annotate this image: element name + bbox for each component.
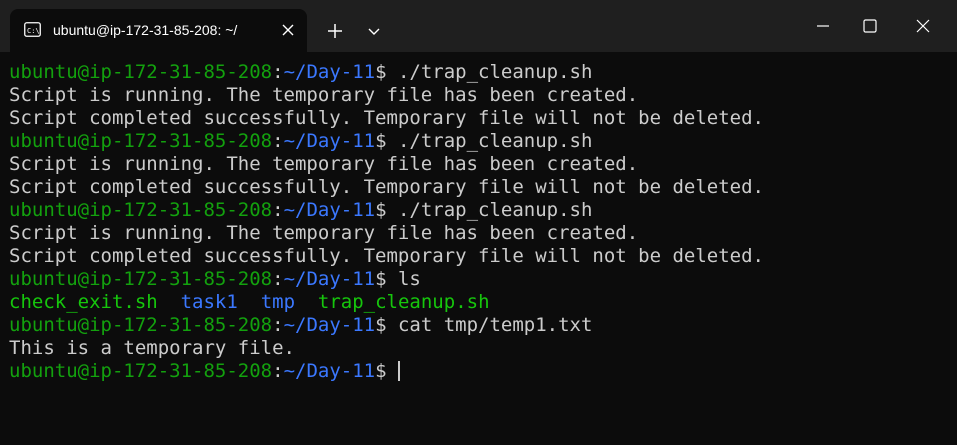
prompt-user: ubuntu@ip-172-31-85-208 (9, 199, 273, 221)
command-text: ./trap_cleanup.sh (386, 130, 593, 152)
prompt-separator: : (272, 61, 284, 83)
command-text (387, 360, 398, 382)
prompt-symbol: $ (375, 314, 387, 336)
minimize-icon (817, 25, 829, 27)
prompt-user: ubuntu@ip-172-31-85-208 (9, 314, 273, 336)
prompt-symbol: $ (375, 61, 387, 83)
command-text: ./trap_cleanup.sh (386, 199, 593, 221)
prompt-line: ubuntu@ip-172-31-85-208:~/Day-11$ ls (9, 268, 957, 291)
file-entry: tmp (260, 291, 296, 313)
maximize-button[interactable] (847, 0, 893, 52)
terminal-output[interactable]: ubuntu@ip-172-31-85-208:~/Day-11$ ./trap… (0, 52, 957, 445)
output-line: Script is running. The temporary file ha… (9, 222, 639, 244)
prompt-path: ~/Day-11 (283, 61, 376, 83)
prompt-symbol: $ (375, 130, 387, 152)
output-line: Script completed successfully. Temporary… (9, 107, 764, 129)
output-line: Script is running. The temporary file ha… (9, 153, 639, 175)
prompt-path: ~/Day-11 (283, 360, 376, 382)
output-line: Script completed successfully. Temporary… (9, 245, 764, 267)
listing-gap (238, 291, 261, 313)
tab-dropdown-button[interactable] (360, 14, 388, 48)
terminal-window: C:\ ubuntu@ip-172-31-85-208: ~/ ubuntu@i… (0, 0, 957, 445)
terminal-tab[interactable]: C:\ ubuntu@ip-172-31-85-208: ~/ (10, 9, 307, 52)
prompt-line: ubuntu@ip-172-31-85-208:~/Day-11$ ./trap… (9, 61, 957, 84)
plus-icon (328, 24, 342, 38)
new-tab-button[interactable] (318, 14, 352, 48)
prompt-path: ~/Day-11 (283, 130, 376, 152)
prompt-symbol: $ (375, 268, 387, 290)
file-entry: trap_cleanup.sh (317, 291, 490, 313)
text-cursor (397, 361, 400, 381)
command-text: cat tmp/temp1.txt (386, 314, 593, 336)
prompt-user: ubuntu@ip-172-31-85-208 (9, 360, 273, 382)
file-entry: check_exit.sh (9, 291, 158, 313)
tab-title: ubuntu@ip-172-31-85-208: ~/ (53, 22, 238, 38)
close-window-button[interactable] (900, 0, 946, 52)
output-line: Script completed successfully. Temporary… (9, 176, 764, 198)
title-bar: C:\ ubuntu@ip-172-31-85-208: ~/ (0, 0, 957, 52)
command-text: ls (386, 268, 421, 290)
terminal-icon: C:\ (24, 22, 41, 37)
prompt-symbol: $ (375, 199, 387, 221)
close-tab-icon[interactable] (279, 21, 297, 39)
prompt-user: ubuntu@ip-172-31-85-208 (9, 130, 273, 152)
prompt-path: ~/Day-11 (283, 268, 376, 290)
prompt-line: ubuntu@ip-172-31-85-208:~/Day-11$ cat tm… (9, 314, 957, 337)
prompt-line: ubuntu@ip-172-31-85-208:~/Day-11$ ./trap… (9, 130, 957, 153)
prompt-user: ubuntu@ip-172-31-85-208 (9, 268, 273, 290)
prompt-path: ~/Day-11 (283, 199, 376, 221)
command-text: ./trap_cleanup.sh (386, 61, 593, 83)
prompt-line: ubuntu@ip-172-31-85-208:~/Day-11$ (9, 360, 957, 383)
prompt-separator: : (272, 130, 284, 152)
file-listing: check_exit.sh task1 tmp trap_cleanup.sh (9, 291, 957, 314)
output-line: Script is running. The temporary file ha… (9, 84, 639, 106)
prompt-line: ubuntu@ip-172-31-85-208:~/Day-11$ ./trap… (9, 199, 957, 222)
prompt-separator: : (272, 314, 284, 336)
prompt-separator: : (272, 268, 284, 290)
output-line: This is a temporary file. (9, 337, 295, 359)
listing-gap (295, 291, 318, 313)
prompt-separator: : (272, 199, 284, 221)
prompt-symbol: $ (375, 360, 387, 382)
file-entry: task1 (180, 291, 238, 313)
prompt-user: ubuntu@ip-172-31-85-208 (9, 61, 273, 83)
prompt-separator: : (272, 360, 284, 382)
close-icon (916, 19, 930, 33)
prompt-path: ~/Day-11 (283, 314, 376, 336)
maximize-icon (863, 19, 877, 33)
svg-text:C:\: C:\ (27, 27, 40, 35)
minimize-button[interactable] (800, 0, 846, 52)
listing-gap (158, 291, 181, 313)
chevron-down-icon (368, 28, 380, 35)
